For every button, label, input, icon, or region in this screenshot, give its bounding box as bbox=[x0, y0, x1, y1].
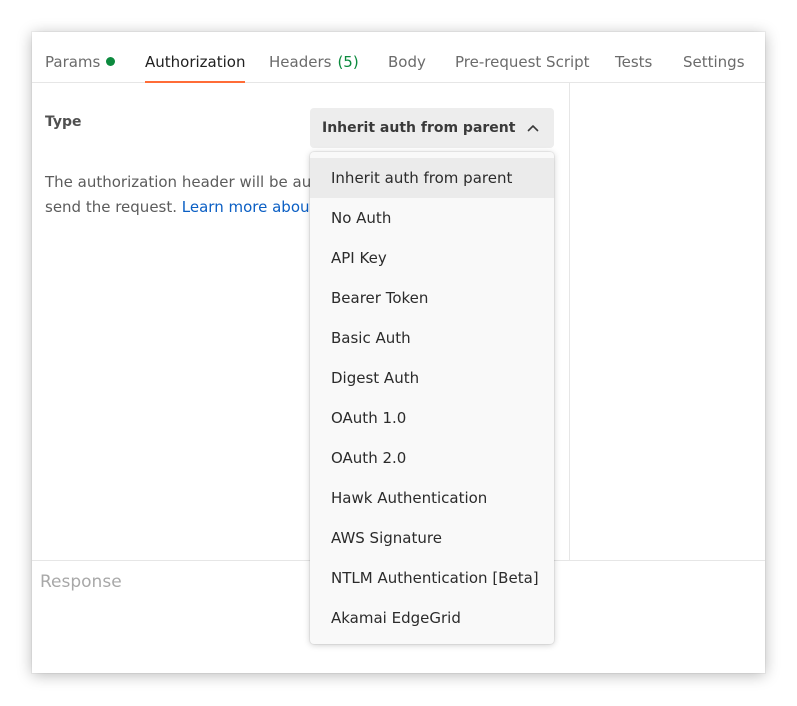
auth-type-dropdown-menu: Inherit auth from parent No Auth API Key… bbox=[310, 152, 554, 644]
response-label: Response bbox=[40, 572, 122, 592]
tab-pre-request-script-label: Pre-request Script bbox=[455, 53, 590, 71]
tab-settings[interactable]: Settings bbox=[683, 52, 745, 83]
tab-tests-label: Tests bbox=[615, 53, 653, 71]
tab-body[interactable]: Body bbox=[388, 52, 426, 83]
tab-settings-label: Settings bbox=[683, 53, 745, 71]
tab-body-label: Body bbox=[388, 53, 426, 71]
request-tab-bar: Params Authorization Headers (5) Body Pre… bbox=[32, 32, 765, 83]
auth-option-digest-auth[interactable]: Digest Auth bbox=[310, 358, 554, 398]
auth-option-aws-signature[interactable]: AWS Signature bbox=[310, 518, 554, 558]
tab-authorization-label: Authorization bbox=[145, 53, 246, 71]
auth-option-api-key[interactable]: API Key bbox=[310, 238, 554, 278]
tab-headers[interactable]: Headers (5) bbox=[269, 52, 359, 83]
auth-type-label: Type bbox=[45, 114, 82, 130]
params-modified-dot-icon bbox=[106, 57, 116, 66]
auth-right-pane bbox=[569, 83, 765, 560]
auth-option-oauth-2[interactable]: OAuth 2.0 bbox=[310, 438, 554, 478]
auth-option-inherit[interactable]: Inherit auth from parent bbox=[310, 158, 554, 198]
auth-type-select[interactable]: Inherit auth from parent bbox=[310, 108, 554, 148]
tab-params[interactable]: Params bbox=[45, 52, 116, 83]
auth-option-oauth-1[interactable]: OAuth 1.0 bbox=[310, 398, 554, 438]
tab-params-label: Params bbox=[45, 53, 101, 71]
tab-tests[interactable]: Tests bbox=[615, 52, 652, 83]
learn-more-link[interactable]: Learn more about a bbox=[182, 198, 330, 216]
headers-count-badge: (5) bbox=[337, 53, 359, 71]
auth-type-select-value: Inherit auth from parent bbox=[322, 120, 516, 136]
chevron-up-icon bbox=[526, 108, 540, 148]
auth-option-hawk[interactable]: Hawk Authentication bbox=[310, 478, 554, 518]
auth-description-text: send the request. bbox=[45, 198, 178, 216]
tab-headers-label: Headers bbox=[269, 53, 332, 71]
auth-option-no-auth[interactable]: No Auth bbox=[310, 198, 554, 238]
tab-authorization[interactable]: Authorization bbox=[145, 52, 246, 83]
auth-option-akamai-edgegrid[interactable]: Akamai EdgeGrid bbox=[310, 598, 554, 638]
auth-option-bearer-token[interactable]: Bearer Token bbox=[310, 278, 554, 318]
auth-option-ntlm[interactable]: NTLM Authentication [Beta] bbox=[310, 558, 554, 598]
auth-option-basic-auth[interactable]: Basic Auth bbox=[310, 318, 554, 358]
tab-pre-request-script[interactable]: Pre-request Script bbox=[455, 52, 590, 83]
